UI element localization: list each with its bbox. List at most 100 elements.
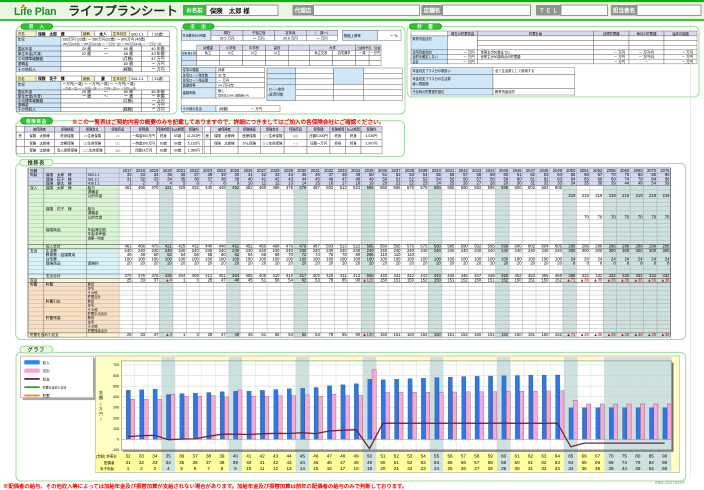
svg-text:219: 219 [595, 193, 603, 198]
svg-text:合計: 合計 [413, 59, 420, 64]
svg-text:推移表: 推移表 [28, 159, 46, 166]
svg-text:20: 20 [234, 261, 239, 266]
svg-text:無し: 無し [218, 88, 225, 93]
svg-text:80: 80 [635, 454, 641, 459]
svg-text:20: 20 [248, 261, 253, 266]
svg-text:56: 56 [447, 454, 453, 459]
svg-text:ー 万円/月: ー 万円/月 [639, 51, 654, 55]
svg-text:200: 200 [113, 416, 119, 420]
svg-text:厚生年金(共済): 厚生年金(共済) [18, 94, 42, 99]
svg-text:20: 20 [517, 261, 522, 266]
svg-text:70: 70 [638, 214, 643, 219]
svg-text:保険商品: 保険商品 [289, 127, 302, 132]
svg-text:▲36: ▲36 [607, 332, 616, 337]
svg-text:年金収支プラス分の生活費: 年金収支プラス分の生活費 [413, 76, 451, 81]
svg-text:52: 52 [394, 454, 400, 459]
svg-text:貯蓄: 貯蓄 [30, 282, 38, 287]
svg-text:33: 33 [152, 460, 158, 465]
svg-text:□□: □□ [116, 141, 120, 145]
svg-text:▲71: ▲71 [567, 277, 576, 282]
svg-text:44: 44 [300, 460, 306, 465]
svg-text:収支: 収支 [43, 376, 51, 381]
svg-text:▲36: ▲36 [620, 332, 629, 337]
svg-text:退職金: 退職金 [18, 61, 29, 66]
svg-text:32: 32 [125, 454, 131, 459]
svg-text:240: 240 [488, 248, 496, 253]
svg-text:62: 62 [302, 332, 307, 337]
svg-text:500: 500 [113, 384, 119, 388]
svg-text:ー 歳: ー 歳 [82, 94, 91, 99]
svg-text:152: 152 [501, 332, 509, 337]
svg-text:42: 42 [273, 460, 279, 465]
svg-text:151: 151 [528, 277, 536, 282]
svg-text:78: 78 [329, 332, 334, 337]
svg-text:285万円(22歳) ～ 285万円(23歳) ～ ー万円(: 285万円(22歳) ～ 285万円(23歳) ～ ー万円(ー歳) ～ 580万… [63, 42, 162, 46]
svg-text:39: 39 [219, 454, 225, 459]
svg-text:ー 万円: ー 万円 [614, 55, 626, 59]
svg-text:28: 28 [208, 277, 213, 282]
svg-text:54: 54 [434, 460, 440, 465]
svg-text:▲36: ▲36 [593, 277, 602, 282]
svg-text:52: 52 [407, 460, 413, 465]
svg-text:保険種類: 保険種類 [243, 127, 257, 132]
svg-text:37: 37 [154, 332, 159, 337]
svg-text:終身: 終身 [335, 133, 342, 138]
svg-text:49: 49 [354, 454, 360, 459]
svg-text:終身: 終身 [350, 133, 357, 138]
svg-text:支出合計: 支出合計 [46, 273, 61, 278]
svg-text:20: 20 [382, 261, 387, 266]
svg-text:払込期間: 払込期間 [347, 127, 360, 132]
svg-text:ご結婚予定／資金: ご結婚予定／資金 [356, 45, 380, 50]
svg-text:妻: 妻 [101, 76, 105, 81]
svg-text:69: 69 [608, 460, 614, 465]
svg-text:保障額: 保障額 [138, 127, 149, 132]
svg-text:その他収入: その他収入 [18, 66, 36, 71]
svg-text:20: 20 [261, 261, 266, 266]
svg-text:470: 470 [151, 185, 159, 190]
svg-text:63: 63 [541, 454, 547, 459]
svg-text:36: 36 [595, 466, 601, 471]
svg-text:年齢: 年齢 [30, 172, 38, 177]
svg-text:219: 219 [636, 193, 644, 198]
svg-text:65: 65 [568, 454, 574, 459]
svg-text:高校: 高校 [274, 45, 281, 50]
svg-text:151: 151 [394, 332, 402, 337]
svg-text:保険商品: 保険商品 [111, 127, 124, 132]
svg-text:貯蓄: 貯蓄 [46, 282, 54, 287]
svg-text:満期一時金: 満期一時金 [88, 235, 105, 240]
svg-text:219: 219 [649, 193, 657, 198]
svg-text:保険期間: 保険期間 [157, 127, 170, 132]
svg-text:被保険者: 被保険者 [33, 127, 47, 132]
svg-text:□□生命保険: □□生命保険 [83, 140, 101, 145]
svg-text:20: 20 [167, 261, 172, 266]
svg-text:▲36: ▲36 [661, 332, 670, 337]
svg-text:29.9 万円: 29.9 万円 [220, 36, 235, 40]
svg-text:小学校: 小学校 [226, 45, 237, 50]
svg-text:40: 40 [246, 460, 252, 465]
svg-text:34: 34 [152, 454, 158, 459]
svg-text:1: 1 [127, 466, 130, 471]
svg-text:20: 20 [356, 261, 361, 266]
svg-text:25.8 万円: 25.8 万円 [283, 36, 298, 40]
svg-text:20: 20 [463, 261, 468, 266]
svg-text:62: 62 [302, 277, 307, 282]
svg-text:年金収支プラス分の取扱い: 年金収支プラス分の取扱い [413, 68, 451, 73]
svg-text:152: 152 [555, 332, 563, 337]
svg-text:保険料: 保険料 [88, 261, 99, 266]
svg-text:26: 26 [461, 466, 467, 471]
svg-text:(年齢) 世帯主: (年齢) 世帯主 [96, 454, 117, 459]
svg-text:△△: △△ [115, 149, 121, 153]
svg-text:219: 219 [582, 193, 590, 198]
svg-text:（ 31歳）: （ 31歳） [150, 76, 166, 81]
svg-text:432: 432 [192, 185, 200, 190]
svg-text:20: 20 [477, 261, 482, 266]
svg-text:513: 513 [340, 185, 348, 190]
svg-text:ー 万円: ー 万円 [682, 60, 694, 64]
svg-text:300: 300 [622, 248, 630, 253]
svg-text:続柄: 続柄 [83, 31, 90, 36]
svg-text:65: 65 [582, 460, 588, 465]
svg-text:421: 421 [165, 185, 173, 190]
svg-text:300: 300 [113, 406, 119, 410]
svg-text:150: 150 [407, 332, 415, 337]
svg-text:～: ～ [104, 94, 108, 99]
